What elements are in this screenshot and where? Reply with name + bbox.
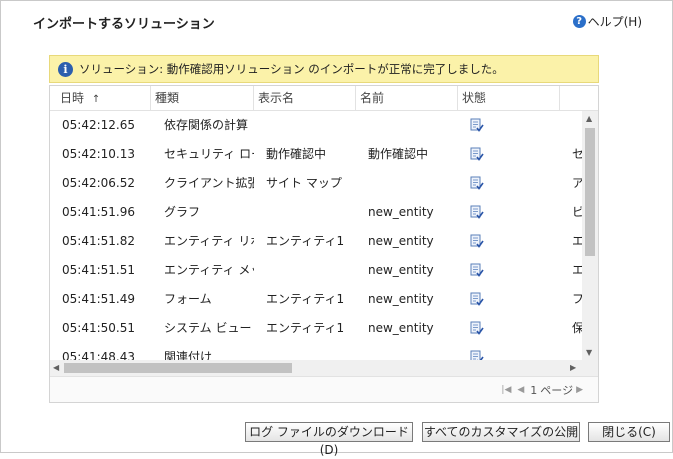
cell-type: エンティティ リボン <box>164 234 254 248</box>
status-success-icon <box>470 205 484 219</box>
cell-type: システム ビュー <box>164 321 252 335</box>
scrollbar-corner <box>582 360 598 376</box>
download-log-button[interactable]: ログ ファイルのダウンロード(D) <box>245 422 413 457</box>
column-header-status[interactable]: 状態 <box>457 86 559 110</box>
cell-extra: 保 <box>572 314 582 343</box>
cell-time: 05:42:12.65 <box>62 118 135 132</box>
cell-extra <box>572 343 582 361</box>
cell-display-name: エンティティ1 <box>266 321 345 335</box>
horizontal-scrollbar[interactable]: ◀ ▶ <box>50 360 582 376</box>
cell-time: 05:41:51.49 <box>62 292 135 306</box>
cell-display-name: サイト マップ <box>266 176 342 190</box>
table-row[interactable]: 05:41:48.43 関連付け <box>50 343 582 361</box>
cell-name: new_entity <box>368 321 434 335</box>
previous-page-icon[interactable]: ◀ <box>517 385 524 395</box>
cell-time: 05:41:51.96 <box>62 205 135 219</box>
info-icon: i <box>58 61 73 77</box>
help-link[interactable]: ? ヘルプ(H) <box>572 13 642 30</box>
table-row[interactable]: 05:41:51.82 エンティティ リボンエンティティ1 new_entity エ <box>50 227 582 256</box>
scroll-right-icon[interactable]: ▶ <box>570 363 576 373</box>
table-row[interactable]: 05:42:10.13セキュリティ ロール動作確認中動作確認中セ <box>50 140 582 169</box>
cell-extra: エ <box>572 256 582 285</box>
page-number: 1 <box>530 383 538 397</box>
cell-name: 動作確認中 <box>368 147 429 161</box>
grid-header: 日時 ↑ 種類 表示名 名前 状態 <box>50 86 598 111</box>
cell-name: new_entity <box>368 292 434 306</box>
cell-display-name <box>266 256 358 285</box>
cell-time: 05:42:06.52 <box>62 176 135 190</box>
success-banner: i ソリューション: 動作確認用ソリューション のインポートが正常に完了しました… <box>49 55 599 83</box>
publish-all-customizations-button[interactable]: すべてのカスタマイズの公開 <box>422 422 580 442</box>
cell-time: 05:41:51.51 <box>62 263 135 277</box>
help-label: ヘルプ(H) <box>587 15 642 29</box>
cell-name <box>368 169 460 198</box>
cell-extra: フ <box>572 285 582 314</box>
column-header-extra[interactable] <box>559 86 598 110</box>
cell-extra: セ <box>572 140 582 169</box>
scroll-left-icon[interactable]: ◀ <box>53 363 59 373</box>
cell-time: 05:41:51.82 <box>62 234 135 248</box>
cell-type: 依存関係の計算 <box>164 118 249 132</box>
pager: |◀ ◀ 1 ページ ▶ <box>50 376 598 402</box>
page-label: ページ <box>540 384 574 397</box>
table-row[interactable]: 05:42:06.52 クライアント拡張サイト マップ ア <box>50 169 582 198</box>
table-row[interactable]: 05:41:51.51 エンティティ メッ... new_entity エ <box>50 256 582 285</box>
table-row[interactable]: 05:41:50.51 システム ビューエンティティ1 new_entity 保 <box>50 314 582 343</box>
horizontal-scroll-thumb[interactable] <box>64 363 292 373</box>
cell-extra <box>572 111 582 140</box>
cell-display-name <box>266 198 358 227</box>
cell-name <box>368 111 460 140</box>
status-success-icon <box>470 147 484 161</box>
status-success-icon <box>470 234 484 248</box>
banner-message: ソリューション: 動作確認用ソリューション のインポートが正常に完了しました。 <box>79 62 504 76</box>
status-success-icon <box>470 263 484 277</box>
cell-name: new_entity <box>368 205 434 219</box>
status-success-icon <box>470 118 484 132</box>
cell-time: 05:41:50.51 <box>62 321 135 335</box>
next-page-icon[interactable]: ▶ <box>576 385 583 395</box>
table-row[interactable]: 05:41:51.96 グラフ new_entity ビ <box>50 198 582 227</box>
cell-extra: ビ <box>572 198 582 227</box>
import-solution-dialog: インポートするソリューション ? ヘルプ(H) i ソリューション: 動作確認用… <box>0 0 673 457</box>
cell-type: クライアント拡張 <box>164 176 254 190</box>
first-page-icon[interactable]: |◀ <box>501 385 511 395</box>
cell-type: 関連付け <box>164 350 213 361</box>
cell-type: エンティティ メッ... <box>164 263 254 277</box>
cell-name: new_entity <box>368 234 434 248</box>
cell-extra: エ <box>572 227 582 256</box>
import-log-grid: 日時 ↑ 種類 表示名 名前 状態 05:42:12.65 依存関係の計算 05:4… <box>49 85 599 403</box>
cell-type: セキュリティ ロール <box>164 147 254 161</box>
dialog-title: インポートするソリューション <box>33 17 215 32</box>
vertical-scroll-thumb[interactable] <box>585 128 595 256</box>
cell-name: new_entity <box>368 263 434 277</box>
column-header-type[interactable]: 種類 <box>150 86 253 110</box>
sort-ascending-icon: ↑ <box>91 94 101 105</box>
close-button[interactable]: 閉じる(C) <box>588 422 670 442</box>
cell-time: 05:41:48.43 <box>62 350 135 361</box>
cell-type: グラフ <box>164 205 201 219</box>
column-header-display-name[interactable]: 表示名 <box>253 86 355 110</box>
grid-rows: 05:42:12.65依存関係の計算05:42:10.13セキュリティ ロール動… <box>50 111 582 361</box>
status-success-icon <box>470 321 484 335</box>
question-circle-icon: ? <box>572 15 586 28</box>
scroll-down-icon[interactable]: ▼ <box>586 348 592 358</box>
cell-name <box>368 343 460 361</box>
cell-display-name: エンティティ1 <box>266 234 345 248</box>
scroll-up-icon[interactable]: ▲ <box>586 114 592 124</box>
table-row[interactable]: 05:41:51.49 フォーム エンティティ1 new_entity フ <box>50 285 582 314</box>
cell-display-name: 動作確認中 <box>266 147 327 161</box>
status-success-icon <box>470 292 484 306</box>
cell-type: フォーム <box>164 292 212 306</box>
cell-display-name <box>266 343 358 361</box>
cell-time: 05:42:10.13 <box>62 147 135 161</box>
cell-extra: ア <box>572 169 582 198</box>
cell-display-name <box>266 111 358 140</box>
cell-display-name: エンティティ1 <box>266 292 345 306</box>
status-success-icon <box>470 176 484 190</box>
column-header-time[interactable]: 日時 ↑ <box>50 86 150 110</box>
table-row[interactable]: 05:42:12.65 依存関係の計算 <box>50 111 582 140</box>
vertical-scrollbar[interactable]: ▲ ▼ <box>582 111 598 361</box>
column-header-name[interactable]: 名前 <box>355 86 457 110</box>
